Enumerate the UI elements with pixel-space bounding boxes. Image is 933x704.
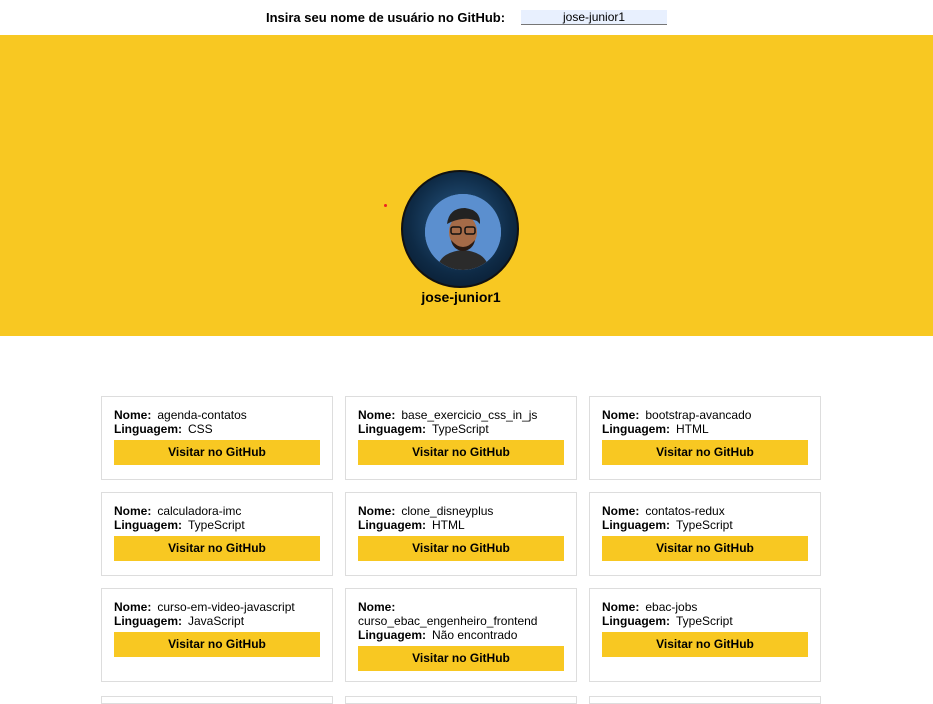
repo-card: Nome: base_exercicio_css_in_js Linguagem: T… [345, 396, 577, 480]
repo-language: HTML [432, 518, 465, 532]
name-label: Nome: [114, 408, 152, 422]
visit-github-button[interactable]: Visitar no GitHub [114, 632, 320, 657]
repo-language-row: Linguagem: JavaScript [114, 614, 320, 628]
repo-name: base_exercicio_css_in_js [401, 408, 538, 422]
repo-name-row: Nome: base_exercicio_css_in_js [358, 408, 564, 422]
repo-card-partial [101, 696, 333, 704]
repo-name: curso_ebac_engenheiro_frontend [358, 614, 538, 628]
language-label: Linguagem: [114, 614, 182, 628]
repo-language: TypeScript [676, 614, 733, 628]
avatar-photo [425, 194, 501, 270]
visit-github-button[interactable]: Visitar no GitHub [114, 440, 320, 465]
repo-name-row: Nome: ebac-jobs [602, 600, 808, 614]
name-label: Nome: [602, 600, 640, 614]
repo-language-row: Linguagem: TypeScript [602, 614, 808, 628]
repo-name: contatos-redux [645, 504, 725, 518]
search-label: Insira seu nome de usuário no GitHub: [265, 9, 506, 25]
repo-name: calculadora-imc [157, 504, 242, 518]
profile-username: jose-junior1 [421, 289, 501, 305]
repo-name-row: Nome: clone_disneyplus [358, 504, 564, 518]
visit-github-button[interactable]: Visitar no GitHub [602, 536, 808, 561]
repo-name-row: Nome: agenda-contatos [114, 408, 320, 422]
language-label: Linguagem: [114, 422, 182, 436]
repo-name: ebac-jobs [645, 600, 698, 614]
username-input[interactable] [521, 9, 668, 25]
repo-language: TypeScript [188, 518, 245, 532]
language-label: Linguagem: [358, 518, 426, 532]
repo-language-row: Linguagem: TypeScript [602, 518, 808, 532]
repo-card: Nome: calculadora-imc Linguagem: TypeScript… [101, 492, 333, 576]
red-dot [384, 204, 387, 207]
repo-name-row: Nome: contatos-redux [602, 504, 808, 518]
repo-language: CSS [188, 422, 213, 436]
repo-language-row: Linguagem: TypeScript [358, 422, 564, 436]
repo-name: agenda-contatos [157, 408, 247, 422]
person-avatar-icon [425, 194, 501, 270]
language-label: Linguagem: [602, 614, 670, 628]
repo-language: TypeScript [432, 422, 489, 436]
repo-name-row: Nome: bootstrap-avancado [602, 408, 808, 422]
name-label: Nome: [358, 504, 396, 518]
language-label: Linguagem: [602, 422, 670, 436]
repo-card: Nome: curso_ebac_engenheiro_frontend Lingu… [345, 588, 577, 682]
repo-language: Não encontrado [432, 628, 518, 642]
visit-github-button[interactable]: Visitar no GitHub [358, 440, 564, 465]
language-label: Linguagem: [358, 628, 426, 642]
visit-github-button[interactable]: Visitar no GitHub [358, 536, 564, 561]
repo-card: Nome: contatos-redux Linguagem: TypeScript V… [589, 492, 821, 576]
language-label: Linguagem: [114, 518, 182, 532]
repo-language: TypeScript [676, 518, 733, 532]
name-label: Nome: [602, 504, 640, 518]
language-label: Linguagem: [602, 518, 670, 532]
repo-card-partial [345, 696, 577, 704]
repo-card: Nome: curso-em-video-javascript Linguagem:… [101, 588, 333, 682]
name-label: Nome: [358, 408, 396, 422]
repo-list: Nome: agenda-contatos Linguagem: CSS Visitar… [101, 396, 821, 682]
repo-language: JavaScript [188, 614, 245, 628]
repo-name: clone_disneyplus [401, 504, 494, 518]
repo-language-row: Linguagem: CSS [114, 422, 320, 436]
search-bar: Insira seu nome de usuário no GitHub: [0, 0, 933, 34]
visit-github-button[interactable]: Visitar no GitHub [114, 536, 320, 561]
repo-card: Nome: bootstrap-avancado Linguagem: HTML Vis… [589, 396, 821, 480]
repo-card: Nome: ebac-jobs Linguagem: TypeScript Visita… [589, 588, 821, 682]
repo-card: Nome: clone_disneyplus Linguagem: HTML Visit… [345, 492, 577, 576]
name-label: Nome: [358, 600, 396, 614]
repo-name: bootstrap-avancado [645, 408, 752, 422]
visit-github-button[interactable]: Visitar no GitHub [602, 440, 808, 465]
repo-language-row: Linguagem: HTML [602, 422, 808, 436]
repo-name: curso-em-video-javascript [157, 600, 295, 614]
repo-language: HTML [676, 422, 709, 436]
profile-header: jose-junior1 [0, 35, 933, 336]
repo-name-row: Nome: curso-em-video-javascript [114, 600, 320, 614]
repo-card: Nome: agenda-contatos Linguagem: CSS Visitar… [101, 396, 333, 480]
repo-card-partial [589, 696, 821, 704]
repo-name-row: Nome: calculadora-imc [114, 504, 320, 518]
language-label: Linguagem: [358, 422, 426, 436]
name-label: Nome: [114, 504, 152, 518]
repo-language-row: Linguagem: HTML [358, 518, 564, 532]
name-label: Nome: [602, 408, 640, 422]
visit-github-button[interactable]: Visitar no GitHub [602, 632, 808, 657]
repo-language-row: Linguagem: TypeScript [114, 518, 320, 532]
visit-github-button[interactable]: Visitar no GitHub [358, 646, 564, 671]
repo-language-row: Linguagem: Não encontrado [358, 628, 564, 642]
avatar [401, 170, 519, 288]
repo-name-row: Nome: curso_ebac_engenheiro_frontend [358, 600, 564, 628]
name-label: Nome: [114, 600, 152, 614]
